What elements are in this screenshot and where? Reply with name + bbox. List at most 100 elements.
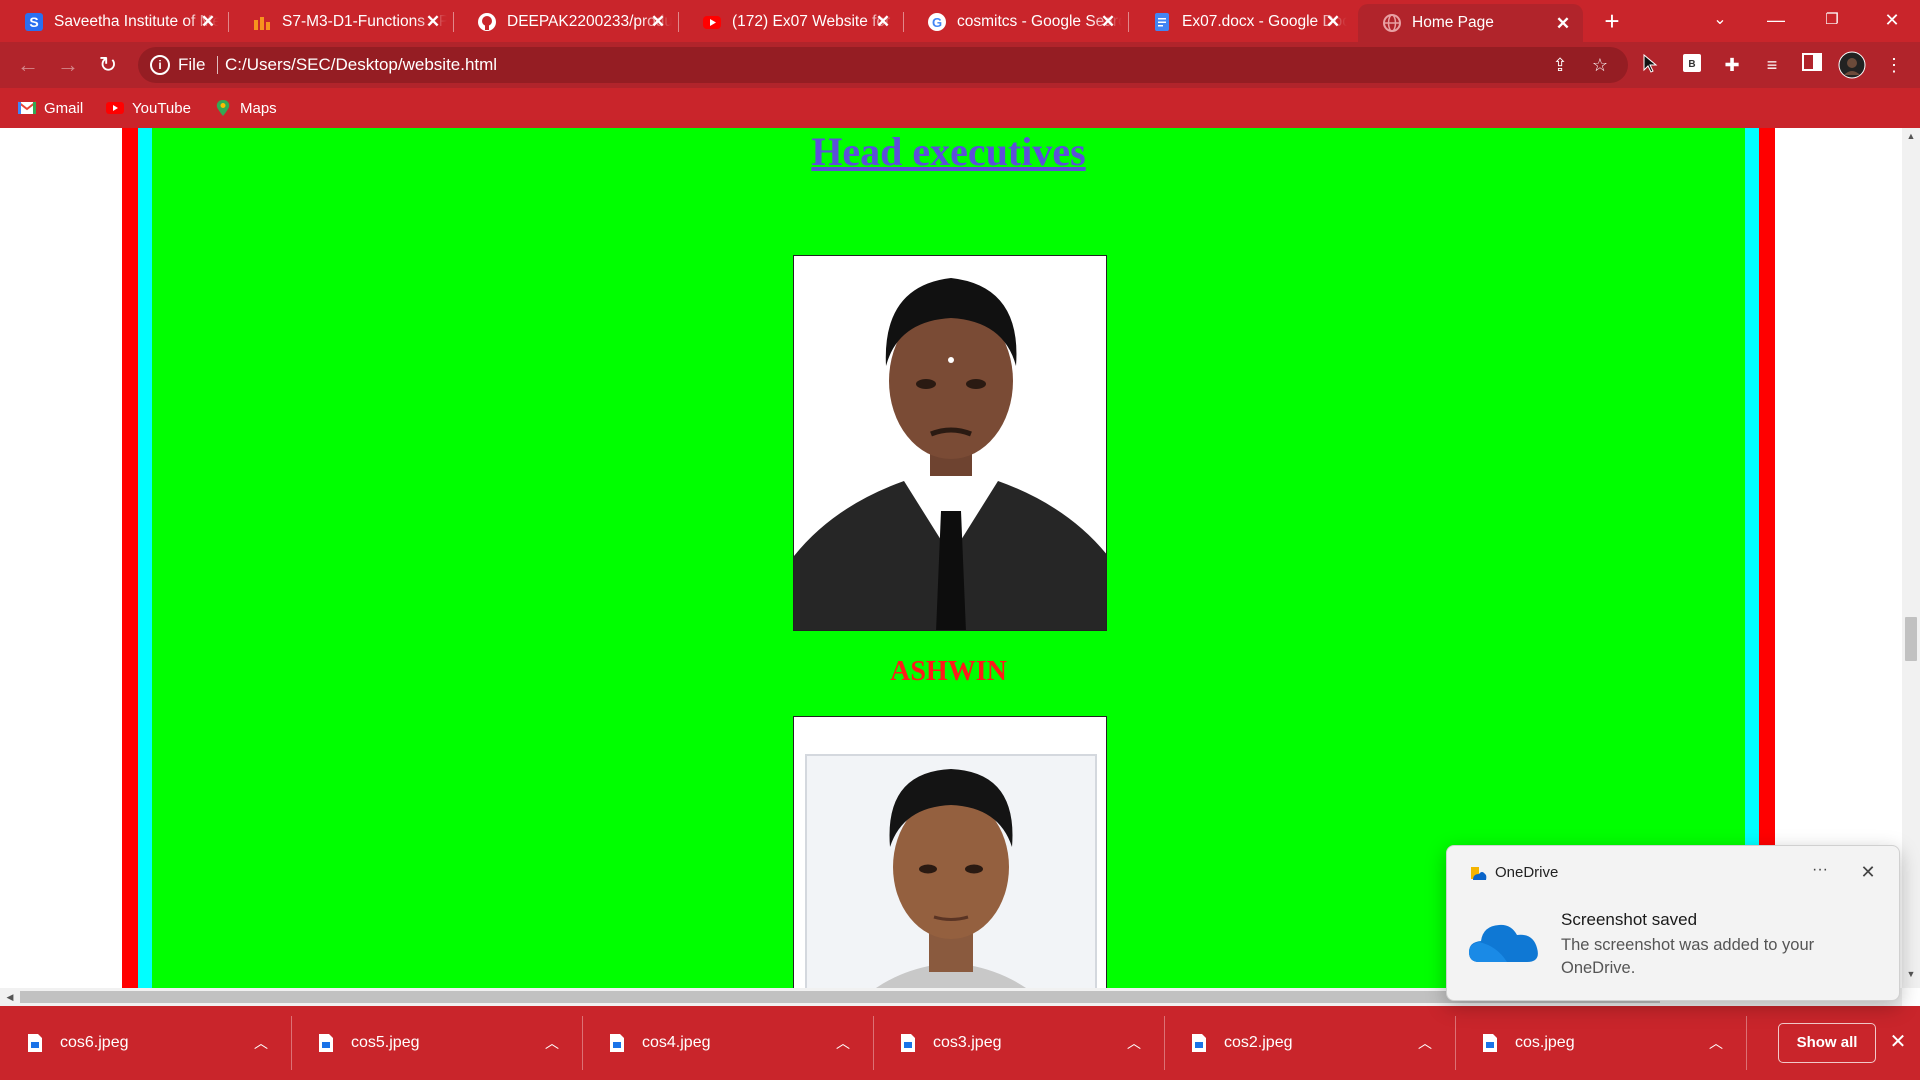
tab-github[interactable]: DEEPAK2200233/products ✕ [453,2,678,42]
bookmarks-bar: Gmail YouTube Maps [0,88,1920,128]
vertical-scrollbar[interactable]: ▲ ▼ [1902,128,1920,988]
svg-text:S: S [29,14,38,30]
onedrive-cloud-icon [1467,916,1541,966]
bookmark-label: Gmail [44,99,84,117]
close-window-icon[interactable]: ✕ [1864,0,1920,40]
tab-youtube[interactable]: (172) Ex07 Website for ✕ [678,2,903,42]
page-heading-link[interactable]: Head executives [152,128,1745,175]
executive-photo [793,716,1107,988]
chevron-up-icon[interactable]: ︿ [537,1033,567,1053]
download-item[interactable]: cos.jpeg ︿ [1455,1006,1745,1080]
download-filename: cos4.jpeg [642,1034,711,1051]
file-icon [317,1032,335,1054]
file-icon [26,1032,44,1054]
close-tab-icon[interactable]: ✕ [873,12,893,32]
cursor-extension-icon[interactable] [1638,53,1662,77]
gmail-icon [18,100,36,116]
notification-title: Screenshot saved [1561,910,1698,929]
close-tab-icon[interactable]: ✕ [1323,12,1343,32]
tab-skillrack[interactable]: S7-M3-D1-Functions - Python ✕ [228,2,453,42]
bookmark-label: Maps [240,99,277,117]
left-red-border [122,128,138,988]
onedrive-small-icon [1469,865,1487,883]
download-separator [1746,1016,1747,1070]
scroll-down-arrow-icon[interactable]: ▼ [1902,966,1920,982]
reload-icon[interactable]: ↻ [94,51,122,79]
tab-saveetha[interactable]: S Saveetha Institute of Medical ✕ [0,2,228,42]
side-panel-icon[interactable] [1800,53,1824,77]
maps-icon [214,100,232,116]
tab-google-search[interactable]: G cosmitcs - Google Search ✕ [903,2,1128,42]
scheme-label: File [178,55,206,74]
tab-title: Home Page [1412,14,1494,31]
close-tab-icon[interactable]: ✕ [648,12,668,32]
youtube-icon [702,12,722,32]
download-item[interactable]: cos4.jpeg ︿ [582,1006,872,1080]
site-info-icon[interactable]: i [150,55,170,75]
bookmark-star-icon[interactable]: ☆ [1588,53,1612,77]
onedrive-notification[interactable]: OneDrive ··· ✕ Screenshot saved The scre… [1446,845,1900,1001]
chevron-up-icon[interactable]: ︿ [1410,1033,1440,1053]
file-icon [1190,1032,1208,1054]
download-shelf: cos6.jpeg ︿ cos5.jpeg ︿ cos4.jpeg ︿ cos3… [0,1006,1920,1080]
download-item[interactable]: cos5.jpeg ︿ [291,1006,581,1080]
google-icon: G [927,12,947,32]
kebab-menu-icon[interactable]: ⋮ [1882,53,1906,77]
scroll-left-arrow-icon[interactable]: ◀ [2,988,18,1006]
file-icon [1481,1032,1499,1054]
address-bar[interactable]: i File C:/Users/SEC/Desktop/website.html… [138,47,1628,83]
skillrack-icon [252,12,272,32]
saveetha-s-icon: S [24,12,44,32]
show-all-downloads-button[interactable]: Show all [1778,1023,1876,1063]
download-item[interactable]: cos2.jpeg ︿ [1164,1006,1454,1080]
executive-photo [793,255,1107,631]
horizontal-scroll-thumb[interactable] [20,991,1660,1003]
scroll-up-arrow-icon[interactable]: ▲ [1902,128,1920,144]
reading-list-icon[interactable]: ≡ [1760,53,1784,77]
bookmark-youtube[interactable]: YouTube [106,97,191,119]
executive-name: ASHWIN [890,656,1007,687]
bookmark-gmail[interactable]: Gmail [18,97,83,119]
restore-icon[interactable]: ❐ [1804,0,1860,40]
close-tab-icon[interactable]: ✕ [1553,14,1573,34]
file-icon [899,1032,917,1054]
download-filename: cos6.jpeg [60,1034,129,1051]
chevron-up-icon[interactable]: ︿ [1701,1033,1731,1053]
close-tab-icon[interactable]: ✕ [1098,12,1118,32]
chevron-up-icon[interactable]: ︿ [1119,1033,1149,1053]
tab-search-chevron-icon[interactable]: ⌄ [1692,0,1748,40]
file-icon [608,1032,626,1054]
tab-google-docs[interactable]: Ex07.docx - Google Docs ✕ [1128,2,1353,42]
new-tab-plus-icon[interactable]: + [1597,6,1627,36]
svg-text:G: G [932,15,942,30]
youtube-icon [106,100,124,116]
chevron-up-icon[interactable]: ︿ [828,1033,858,1053]
bookmark-maps[interactable]: Maps [214,97,277,119]
share-icon[interactable]: ⇪ [1548,53,1572,77]
download-item[interactable]: cos3.jpeg ︿ [873,1006,1163,1080]
download-filename: cos2.jpeg [1224,1034,1293,1051]
download-item[interactable]: cos6.jpeg ︿ [0,1006,290,1080]
close-shelf-icon[interactable]: ✕ [1886,1029,1910,1055]
tab-title: Saveetha Institute of Medical [54,13,219,30]
download-filename: cos.jpeg [1515,1034,1575,1051]
url-text[interactable]: C:/Users/SEC/Desktop/website.html [225,55,497,75]
forward-arrow-icon[interactable]: → [54,51,82,79]
close-tab-icon[interactable]: ✕ [423,12,443,32]
tab-strip: S Saveetha Institute of Medical ✕ S7-M3-… [0,0,1920,42]
vertical-scroll-thumb[interactable] [1905,617,1917,661]
download-filename: cos3.jpeg [933,1034,1002,1051]
tab-home-page[interactable]: Home Page ✕ [1358,4,1583,42]
omnibox-separator [217,56,218,74]
browser-toolbar: ← → ↻ i File C:/Users/SEC/Desktop/websit… [0,42,1920,88]
profile-avatar[interactable] [1838,51,1866,79]
chevron-up-icon[interactable]: ︿ [246,1033,276,1053]
close-notification-icon[interactable]: ✕ [1853,858,1883,886]
extensions-puzzle-icon[interactable]: ✚ [1720,53,1744,77]
b-extension-icon[interactable]: B [1680,53,1704,77]
close-tab-icon[interactable]: ✕ [198,12,218,32]
more-options-icon[interactable]: ··· [1805,858,1835,886]
globe-icon [1382,13,1402,33]
minimize-icon[interactable]: — [1748,0,1804,40]
back-arrow-icon[interactable]: ← [14,51,42,79]
